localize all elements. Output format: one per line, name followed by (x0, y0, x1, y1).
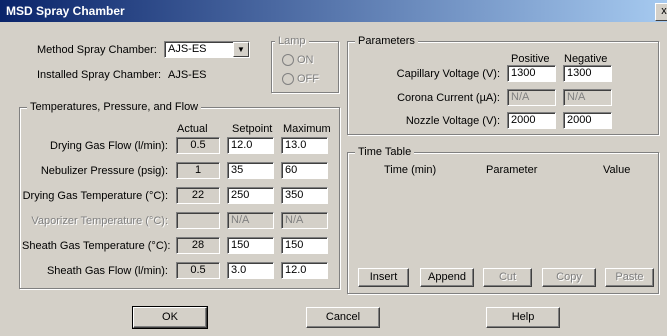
sheath-gas-temperature-label: Sheath Gas Temperature (°C): (22, 240, 171, 252)
corona-current-negative: N/A (563, 89, 612, 106)
window-title: MSD Spray Chamber (6, 4, 125, 18)
actual-column-header: Actual (177, 123, 208, 135)
lamp-off-radio[interactable]: OFF (282, 73, 319, 86)
drying-gas-temperature-actual: 22 (176, 187, 220, 204)
nozzle-voltage-label: Nozzle Voltage (V): (405, 115, 500, 127)
lamp-on-label: ON (297, 54, 314, 66)
sheath-gas-temperature-maximum[interactable]: 150 (281, 237, 328, 254)
nebulizer-pressure-actual: 1 (176, 162, 220, 179)
tpf-group-title: Temperatures, Pressure, and Flow (27, 101, 202, 113)
capillary-voltage-negative[interactable]: 1300 (563, 65, 612, 82)
vaporizer-temperature-maximum: N/A (281, 212, 328, 229)
append-button[interactable]: Append (420, 268, 474, 287)
nebulizer-pressure-maximum[interactable]: 60 (281, 162, 328, 179)
radio-icon (282, 54, 294, 67)
drying-gas-temperature-label: Drying Gas Temperature (°C): (22, 190, 168, 202)
lamp-off-label: OFF (297, 73, 319, 85)
chevron-down-icon[interactable]: ▼ (233, 42, 249, 57)
vaporizer-temperature-actual (176, 212, 220, 229)
drying-gas-flow-label: Drying Gas Flow (l/min): (50, 140, 168, 152)
sheath-gas-flow-setpoint[interactable]: 3.0 (227, 262, 274, 279)
capillary-voltage-label: Capillary Voltage (V): (396, 68, 500, 80)
positive-column-header: Positive (511, 53, 550, 65)
installed-spray-chamber-label: Installed Spray Chamber: (37, 69, 162, 81)
nebulizer-pressure-setpoint[interactable]: 35 (227, 162, 274, 179)
lamp-on-radio[interactable]: ON (282, 54, 314, 67)
parameter-column-header: Parameter (486, 164, 538, 176)
nozzle-voltage-negative[interactable]: 2000 (563, 112, 612, 129)
value-column-header: Value (603, 164, 631, 176)
installed-spray-chamber-value: AJS-ES (168, 69, 207, 81)
sheath-gas-temperature-actual: 28 (176, 237, 220, 254)
time-table-group-title: Time Table (355, 146, 415, 158)
parameters-group-title: Parameters (355, 35, 418, 47)
capillary-voltage-positive[interactable]: 1300 (507, 65, 556, 82)
drying-gas-flow-setpoint[interactable]: 12.0 (227, 137, 274, 154)
help-button[interactable]: Help (486, 307, 560, 328)
sheath-gas-flow-actual: 0.5 (176, 262, 220, 279)
drying-gas-temperature-setpoint[interactable]: 250 (227, 187, 274, 204)
paste-button: Paste (605, 268, 654, 287)
ok-button[interactable]: OK (132, 306, 208, 329)
radio-icon (282, 73, 294, 86)
sheath-gas-temperature-setpoint[interactable]: 150 (227, 237, 274, 254)
insert-button[interactable]: Insert (358, 268, 409, 287)
vaporizer-temperature-setpoint: N/A (227, 212, 274, 229)
sheath-gas-flow-label: Sheath Gas Flow (l/min): (46, 265, 168, 277)
method-spray-chamber-label: Method Spray Chamber: (37, 44, 157, 56)
maximum-column-header: Maximum (283, 123, 331, 135)
close-button[interactable]: x (655, 3, 667, 21)
copy-button: Copy (542, 268, 596, 287)
cancel-button[interactable]: Cancel (306, 307, 380, 328)
drying-gas-flow-maximum[interactable]: 13.0 (281, 137, 328, 154)
drying-gas-temperature-maximum[interactable]: 350 (281, 187, 328, 204)
sheath-gas-flow-maximum[interactable]: 12.0 (281, 262, 328, 279)
negative-column-header: Negative (564, 53, 608, 65)
method-spray-chamber-value: AJS-ES (168, 43, 207, 55)
lamp-group (271, 41, 339, 93)
time-column-header: Time (min) (384, 164, 437, 176)
corona-current-positive: N/A (507, 89, 556, 106)
vaporizer-temperature-label: Vaporizer Temperature (°C): (31, 215, 168, 227)
nozzle-voltage-positive[interactable]: 2000 (507, 112, 556, 129)
nebulizer-pressure-label: Nebulizer Pressure (psig): (40, 165, 168, 177)
cut-button: Cut (483, 268, 532, 287)
drying-gas-flow-actual: 0.5 (176, 137, 220, 154)
corona-current-label: Corona Current (µA): (397, 92, 500, 104)
setpoint-column-header: Setpoint (232, 123, 273, 135)
lamp-group-title: Lamp (275, 35, 309, 47)
